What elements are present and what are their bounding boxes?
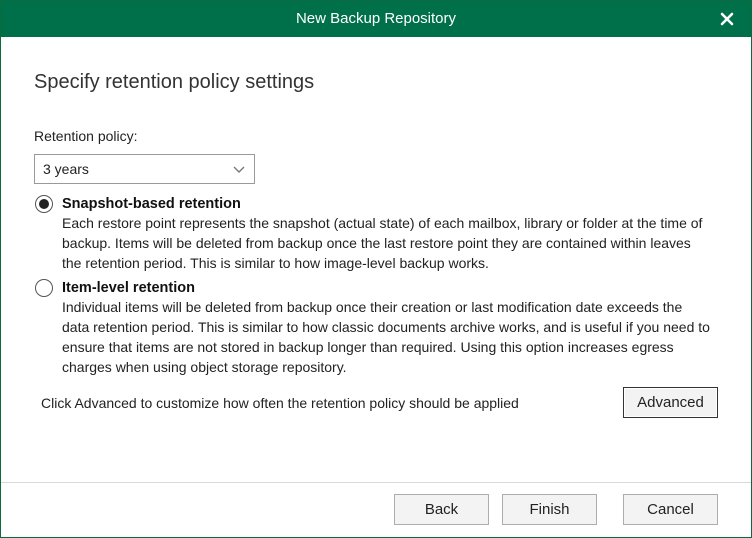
snapshot-retention-title[interactable]: Snapshot-based retention <box>62 196 241 212</box>
radio-selected-dot <box>39 199 49 209</box>
finish-button[interactable]: Finish <box>502 494 597 525</box>
close-icon[interactable] <box>717 9 737 29</box>
cancel-button[interactable]: Cancel <box>623 494 718 525</box>
page-heading: Specify retention policy settings <box>34 71 315 93</box>
advanced-hint-text: Click Advanced to customize how often th… <box>41 395 519 411</box>
footer-divider <box>1 482 751 483</box>
item-level-retention-description: Individual items will be deleted from ba… <box>62 299 710 375</box>
window-title: New Backup Repository <box>295 10 457 27</box>
dialog-window: New Backup Repository Specify retention … <box>0 0 752 538</box>
snapshot-retention-description: Each restore point represents the snapsh… <box>62 215 703 271</box>
retention-policy-value: 3 years <box>43 161 89 177</box>
chevron-down-icon <box>233 166 245 173</box>
title-bar: New Backup Repository <box>1 1 751 37</box>
item-level-retention-radio[interactable] <box>35 279 53 297</box>
retention-policy-label: Retention policy: <box>34 128 138 144</box>
snapshot-retention-radio[interactable] <box>35 195 53 213</box>
advanced-button[interactable]: Advanced <box>623 387 718 418</box>
retention-policy-dropdown[interactable]: 3 years <box>34 154 255 184</box>
back-button[interactable]: Back <box>394 494 489 525</box>
item-level-retention-title[interactable]: Item-level retention <box>62 280 195 296</box>
